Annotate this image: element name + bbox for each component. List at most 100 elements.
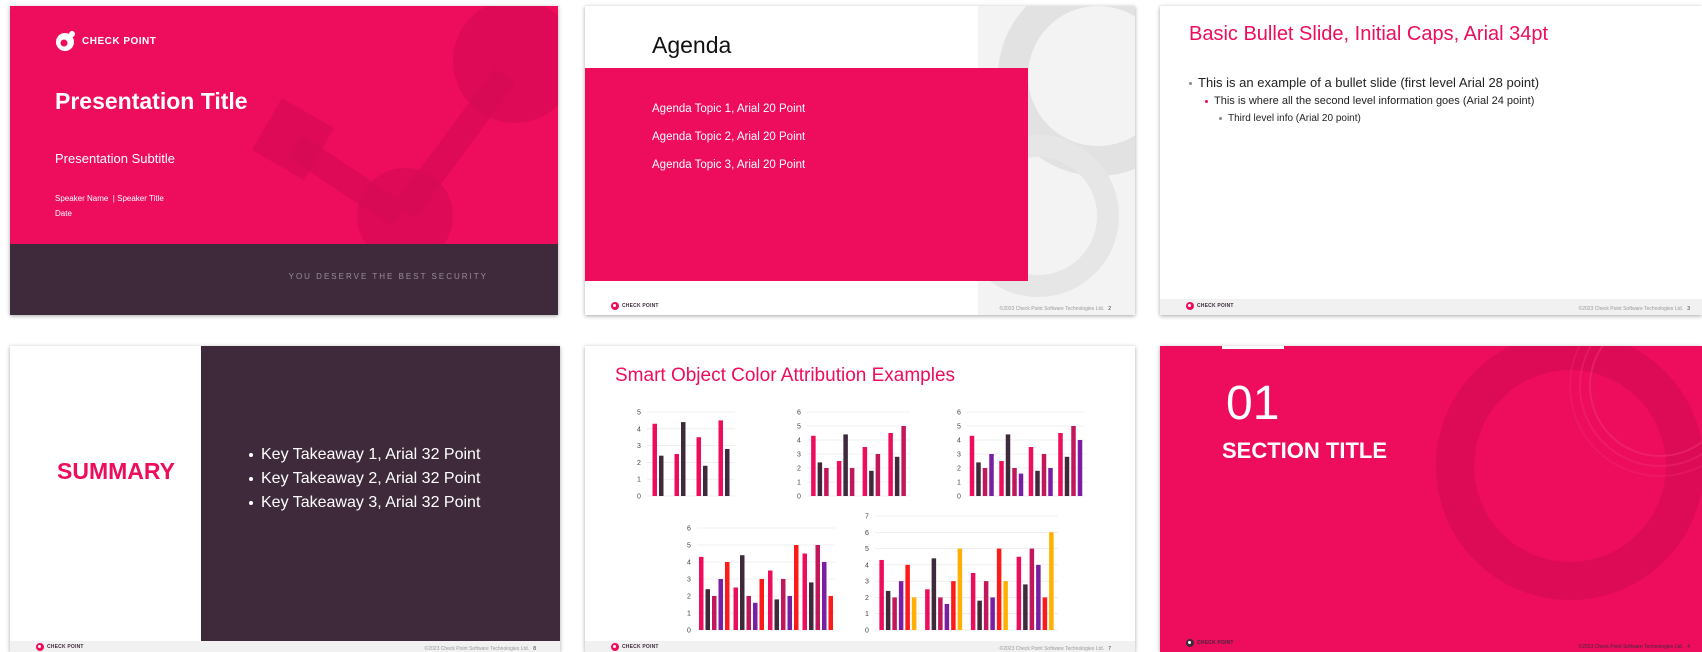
bar <box>1018 473 1024 496</box>
y-tick-label: 4 <box>637 426 641 433</box>
bar <box>1035 470 1040 496</box>
summary-heading: SUMMARY <box>57 458 175 484</box>
bar <box>740 555 745 630</box>
bar <box>885 590 891 630</box>
bar <box>809 582 814 630</box>
bar <box>894 456 900 496</box>
bar <box>977 600 982 630</box>
bar <box>892 597 897 630</box>
y-tick-label: 7 <box>865 514 869 521</box>
bar <box>1042 597 1048 630</box>
bar <box>925 589 930 630</box>
y-tick-label: 4 <box>687 560 691 567</box>
bar <box>824 468 829 496</box>
slide-thumbnail-5[interactable]: Smart Object Color Attribution Examples … <box>585 346 1135 652</box>
bullet-text: Third level info (Arial 20 point) <box>1228 113 1361 124</box>
page-number: 2 <box>1108 306 1111 312</box>
bar <box>849 468 855 496</box>
agenda-topic: Agenda Topic 3, Arial 20 Point <box>652 159 806 171</box>
bar <box>1005 434 1011 496</box>
y-tick-label: 3 <box>957 452 961 459</box>
bar <box>901 426 906 496</box>
bar-chart-5: 0 1 2 3 4 5 6 7 <box>865 514 1058 635</box>
bar <box>999 461 1004 496</box>
bar <box>1048 468 1053 496</box>
slide-title: Basic Bullet Slide, Initial Caps, Arial … <box>1189 23 1549 45</box>
bar <box>817 462 823 496</box>
footer-logo: CHECK POINT <box>611 302 659 310</box>
takeaway-text: Key Takeaway 1, Arial 32 Point <box>261 446 481 463</box>
bar <box>725 448 730 496</box>
bar <box>652 423 657 496</box>
bar <box>815 545 820 630</box>
footer-logo: CHECK POINT <box>36 643 84 651</box>
bar <box>990 597 995 630</box>
bar <box>862 447 868 496</box>
copyright-text: ©2023 Check Point Software Technologies … <box>424 646 530 652</box>
slide-thumbnail-4[interactable]: SUMMARY Key Takeaway 1, Arial 32 Point K… <box>10 346 560 652</box>
y-tick-label: 0 <box>687 628 691 635</box>
presentation-subtitle: Presentation Subtitle <box>55 151 175 166</box>
y-tick-label: 3 <box>687 577 691 584</box>
copyright-text: ©2023 Check Point Software Technologies … <box>999 646 1105 652</box>
bar <box>1077 440 1083 496</box>
y-tick-label: 5 <box>797 424 801 431</box>
bar <box>774 599 779 630</box>
bar <box>1036 564 1041 630</box>
bullet-icon <box>249 452 253 457</box>
y-tick-label: 5 <box>687 543 691 550</box>
bullet-icon <box>249 476 253 481</box>
footer-logo: CHECK POINT <box>1186 639 1234 647</box>
bar <box>699 556 704 630</box>
bar-chart-3: 0 1 2 3 4 5 6 <box>957 410 1085 501</box>
bar <box>898 581 904 630</box>
bar <box>879 559 884 630</box>
bar <box>989 454 994 496</box>
section-number: 01 <box>1226 377 1280 430</box>
y-tick-label: 5 <box>957 424 961 431</box>
page-number: 7 <box>1108 646 1111 652</box>
bullet-level-2: This is where all the second level infor… <box>1205 95 1534 107</box>
footer-logo-text: CHECK POINT <box>1197 640 1234 646</box>
bar <box>905 564 910 630</box>
bar <box>759 579 764 630</box>
y-tick-label: 6 <box>797 410 801 417</box>
bar-chart-2: 0 1 2 3 4 5 6 <box>797 410 910 501</box>
section-title: SECTION TITLE <box>1222 438 1387 463</box>
title-background: CHECK POINT Presentation Title Presentat… <box>10 6 558 244</box>
bar <box>938 597 943 630</box>
bar <box>674 454 679 496</box>
bullet-level-1: This is an example of a bullet slide (fi… <box>1189 75 1539 90</box>
bullet-text: This is where all the second level infor… <box>1214 95 1535 107</box>
slide-thumbnail-1[interactable]: CHECK POINT Presentation Title Presentat… <box>10 6 558 315</box>
bar <box>944 603 950 630</box>
section-accent-line <box>1222 346 1284 349</box>
bar <box>875 454 881 496</box>
bullet-icon <box>249 500 253 505</box>
bar <box>996 548 1002 630</box>
y-tick-label: 4 <box>797 438 801 445</box>
bar <box>696 437 701 496</box>
bar <box>768 570 773 630</box>
y-tick-label: 3 <box>865 579 869 586</box>
bar <box>712 596 717 630</box>
checkpoint-logo-icon <box>611 643 619 651</box>
copyright: ©2023 Check Point Software Technologies … <box>1579 306 1690 312</box>
slide-thumbnail-2[interactable]: Agenda Agenda Topic 1, Arial 20 Point Ag… <box>585 6 1135 315</box>
y-tick-label: 6 <box>687 526 691 533</box>
bullet-level-3: Third level info (Arial 20 point) <box>1219 113 1361 124</box>
footer-logo: CHECK POINT <box>1186 302 1234 310</box>
slide-thumbnail-3[interactable]: Basic Bullet Slide, Initial Caps, Arial … <box>1160 6 1702 315</box>
bar-chart-4: 0 1 2 3 4 5 6 <box>687 526 835 635</box>
copyright: ©2023 Check Point Software Technologies … <box>1579 644 1690 650</box>
slide-thumbnail-6[interactable]: 01 SECTION TITLE CHECK POINT ©2023 Check… <box>1160 346 1702 652</box>
agenda-topic: Agenda Topic 2, Arial 20 Point <box>652 131 806 143</box>
agenda-panel: Agenda Topic 1, Arial 20 Point Agenda To… <box>585 68 1028 281</box>
bar <box>869 470 874 496</box>
footer-logo-text: CHECK POINT <box>47 644 84 650</box>
checkpoint-logo-icon <box>1186 639 1194 647</box>
copyright-text: ©2023 Check Point Software Technologies … <box>1578 306 1684 312</box>
y-tick-label: 2 <box>797 466 801 473</box>
y-tick-label: 1 <box>957 480 961 487</box>
bar <box>718 420 723 496</box>
